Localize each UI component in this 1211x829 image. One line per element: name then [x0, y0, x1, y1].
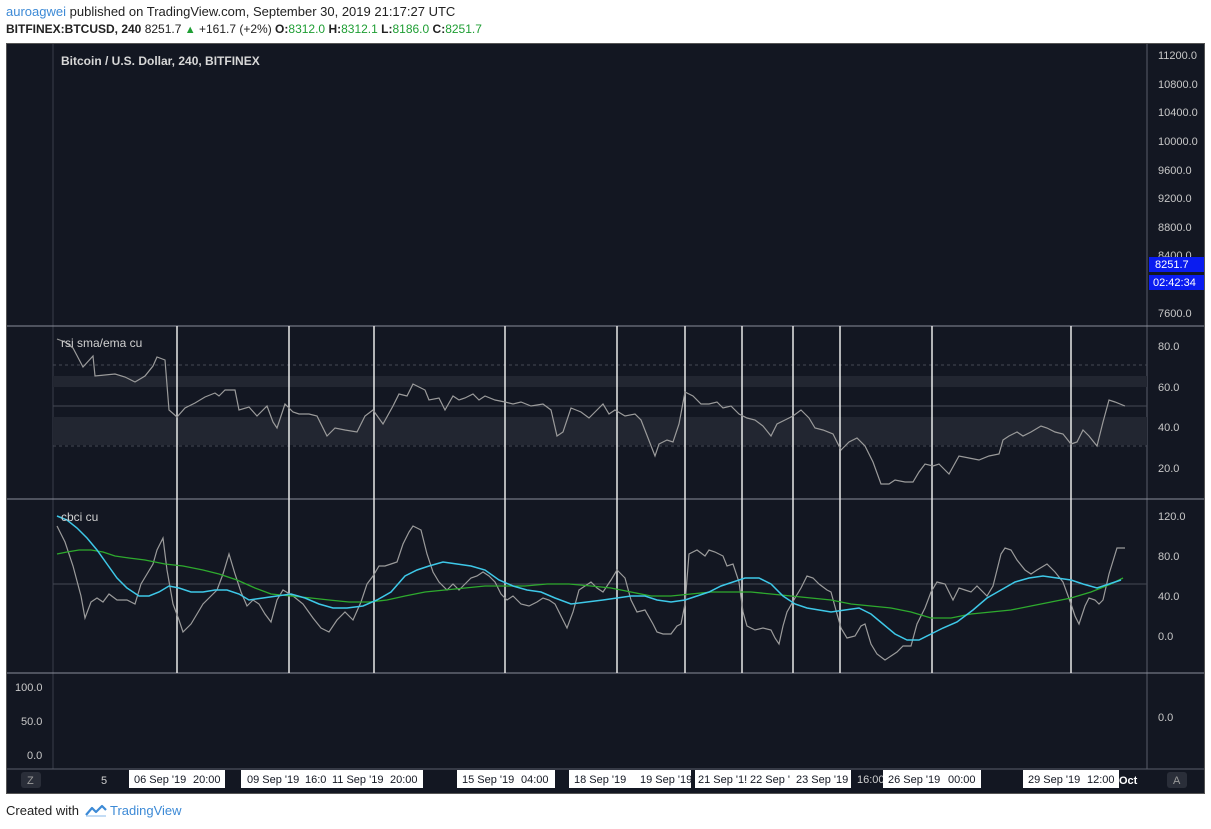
- time-label: 29 Sep '19: [1028, 774, 1080, 786]
- rsi-band-upper: [53, 376, 1147, 387]
- low-label: L:: [381, 22, 393, 36]
- close-value: 8251.7: [445, 22, 482, 36]
- price-tick: 11200.0: [1158, 50, 1197, 62]
- bottom-right-tick: 0.0: [1158, 712, 1173, 724]
- footer: Created with TradingView: [6, 803, 182, 818]
- rsi-axis[interactable]: 80.0 60.0 40.0 20.0: [1158, 341, 1179, 475]
- time-label: 26 Sep '19: [888, 774, 940, 786]
- rsi-line: [56, 338, 1126, 485]
- time-label: 12:00: [1087, 774, 1115, 786]
- cbci-axis[interactable]: 120.0 80.0 40.0 0.0: [1158, 511, 1186, 643]
- high-value: 8312.1: [341, 22, 378, 36]
- bottom-left-tick: 100.0: [15, 682, 43, 694]
- rsi-tick: 20.0: [1158, 463, 1179, 475]
- chart-svg[interactable]: Bitcoin / U.S. Dollar, 240, BITFINEX 112…: [7, 44, 1204, 793]
- cbci-tick: 40.0: [1158, 591, 1179, 603]
- up-triangle-icon: ▲: [184, 24, 196, 36]
- bottom-pane-axis[interactable]: 100.0 50.0 0.0 0.0: [15, 682, 1173, 762]
- time-label: 19 Sep '19: [640, 774, 692, 786]
- axis-left-button-label: Z: [27, 775, 34, 787]
- time-label: 20:00: [193, 774, 221, 786]
- publish-info: auroagwei published on TradingView.com, …: [6, 4, 455, 19]
- published-text: published on TradingView.com, September …: [69, 4, 456, 19]
- time-label: 00:00: [948, 774, 976, 786]
- time-axis[interactable]: Z A 5 06 Sep '19 20:00 09 Sep '19 16:0 1…: [21, 770, 1187, 788]
- time-label: 23 Sep '19: [796, 774, 848, 786]
- price-axis[interactable]: 11200.0 10800.0 10400.0 10000.0 9600.0 9…: [1149, 50, 1204, 320]
- rsi-tick: 60.0: [1158, 382, 1179, 394]
- price-tick: 10400.0: [1158, 107, 1198, 119]
- time-label: 22 Sep ': [750, 774, 790, 786]
- cbci-pane-label: cbci cu: [61, 510, 98, 524]
- time-label: 11 Sep '19: [332, 774, 383, 786]
- bottom-left-tick: 0.0: [27, 750, 42, 762]
- price-change: +161.7 (+2%): [198, 22, 272, 36]
- last-price-badge-text: 8251.7: [1155, 259, 1189, 271]
- time-label: 04:00: [521, 774, 549, 786]
- author-link[interactable]: auroagwei: [6, 4, 66, 19]
- cbci-fast-line: [56, 515, 1122, 641]
- bottom-left-tick: 50.0: [21, 716, 42, 728]
- rsi-tick: 40.0: [1158, 422, 1179, 434]
- low-value: 8186.0: [392, 22, 430, 36]
- time-label: 18 Sep '19: [574, 774, 626, 786]
- time-label: Oct: [1119, 775, 1138, 787]
- close-label: C:: [432, 22, 446, 36]
- axis-right-button-label: A: [1173, 775, 1181, 787]
- time-label: 15 Sep '19: [462, 774, 514, 786]
- cbci-tick: 80.0: [1158, 551, 1179, 563]
- time-label: 06 Sep '19: [134, 774, 186, 786]
- rsi-tick: 80.0: [1158, 341, 1179, 353]
- price-tick: 7600.0: [1158, 308, 1192, 320]
- last-price: 8251.7: [144, 22, 182, 36]
- rsi-pane-label: rsi sma/ema cu: [61, 336, 142, 350]
- chart-container[interactable]: Bitcoin / U.S. Dollar, 240, BITFINEX 112…: [6, 43, 1205, 794]
- price-tick: 8800.0: [1158, 222, 1192, 234]
- time-label: 5: [101, 775, 107, 787]
- price-tick: 9600.0: [1158, 165, 1192, 177]
- tradingview-logo-icon: [84, 804, 107, 817]
- symbol-label: BITFINEX:BTCUSD, 240: [6, 22, 142, 36]
- time-label: 16:0: [305, 774, 326, 786]
- time-label: 09 Sep '19: [247, 774, 299, 786]
- time-label: 16:00: [857, 774, 885, 786]
- main-pane-title: Bitcoin / U.S. Dollar, 240, BITFINEX: [61, 54, 260, 68]
- tradingview-link[interactable]: TradingView: [110, 803, 182, 818]
- time-label: 20:00: [390, 774, 418, 786]
- created-with-text: Created with: [6, 803, 79, 818]
- high-label: H:: [328, 22, 342, 36]
- rsi-band-lower: [53, 417, 1147, 445]
- cbci-tick: 120.0: [1158, 511, 1186, 523]
- cbci-raw-line: [56, 525, 1125, 661]
- countdown-badge-text: 02:42:34: [1153, 277, 1196, 289]
- symbol-info: BITFINEX:BTCUSD, 240 8251.7 ▲ +161.7 (+2…: [6, 22, 482, 36]
- price-tick: 10000.0: [1158, 136, 1198, 148]
- open-label: O:: [275, 22, 289, 36]
- price-tick: 9200.0: [1158, 193, 1192, 205]
- time-label: 21 Sep '1!: [698, 774, 747, 786]
- price-tick: 10800.0: [1158, 79, 1198, 91]
- open-value: 8312.0: [288, 22, 326, 36]
- cbci-tick: 0.0: [1158, 631, 1173, 643]
